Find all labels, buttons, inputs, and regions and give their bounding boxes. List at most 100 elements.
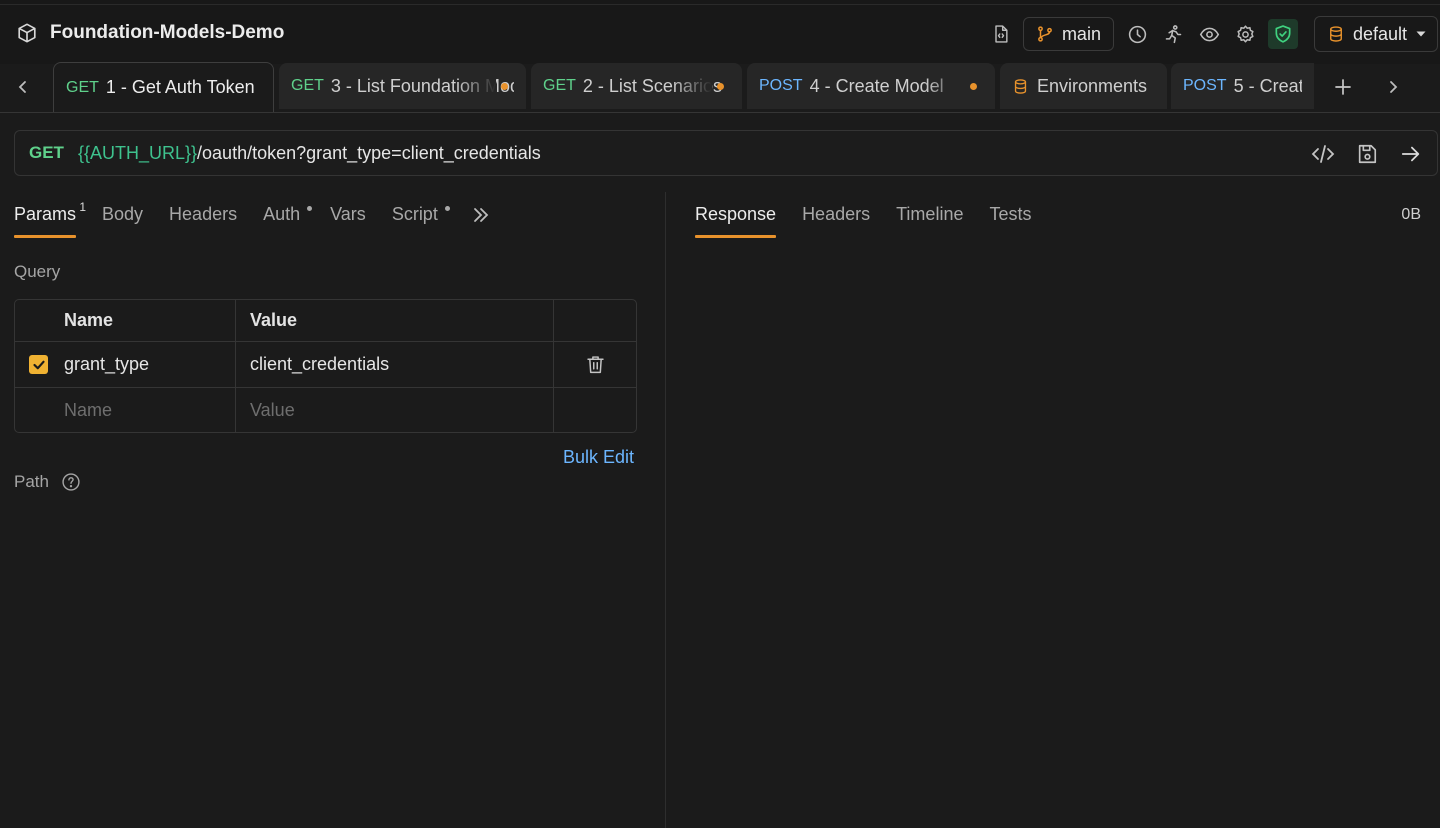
delete-param-button[interactable] [554, 342, 636, 387]
tabs-scroll-left-icon[interactable] [8, 72, 38, 102]
new-param-name-input[interactable]: Name [15, 388, 236, 432]
trash-icon [585, 354, 606, 375]
save-icon[interactable] [1349, 136, 1385, 172]
eye-icon[interactable] [1192, 16, 1228, 52]
column-header-value: Value [236, 300, 554, 341]
tab-environments[interactable]: Environments [1000, 63, 1167, 109]
param-name-cell[interactable]: grant_type [15, 342, 236, 387]
environment-label: default [1352, 23, 1407, 44]
tab-body[interactable]: Body [102, 198, 143, 238]
param-name: grant_type [64, 354, 150, 374]
request-pane-tabs: Params 1 Body Headers Auth Vars Script [14, 198, 516, 240]
tab-method: GET [66, 78, 99, 96]
tab-vars-label: Vars [330, 204, 366, 224]
collection-title: Foundation-Models-Demo [50, 22, 285, 43]
git-branch-button[interactable]: main [1022, 17, 1114, 51]
tab-script[interactable]: Script [391, 198, 450, 238]
auth-indicator-dot [307, 206, 313, 211]
params-count: 1 [79, 200, 87, 214]
tab-vars[interactable]: Vars [330, 198, 366, 238]
runner-icon[interactable] [1156, 16, 1192, 52]
top-bar: Foundation-Models-Demo main default [0, 0, 1440, 64]
request-url-bar[interactable]: GET {{AUTH_URL}} /oauth/token?grant_type… [14, 130, 1438, 176]
new-tab-plus-icon[interactable] [1328, 72, 1358, 102]
empty-action-cell [554, 388, 636, 432]
tab-method: GET [543, 77, 576, 94]
script-indicator-dot [444, 206, 450, 211]
tab-method: POST [759, 77, 803, 94]
column-header-actions [554, 300, 636, 341]
unsaved-dot [501, 83, 508, 90]
tab-label: 1 - Get Auth Token [105, 77, 255, 97]
response-pane-tabs: Response Headers Timeline Tests [695, 198, 1057, 240]
tab-params[interactable]: Params 1 [14, 198, 86, 238]
tab-auth[interactable]: Auth [263, 198, 313, 238]
tab-response[interactable]: Response [695, 198, 777, 238]
send-arrow-icon[interactable] [1393, 136, 1429, 172]
generate-docs-icon[interactable] [983, 16, 1019, 52]
database-icon [1012, 78, 1029, 95]
caret-down-icon [1415, 28, 1427, 40]
tab-get-auth-token[interactable]: GET 1 - Get Auth Token [53, 62, 274, 112]
url-actions [1305, 136, 1429, 172]
tab-timeline-label: Timeline [896, 204, 964, 224]
tab-response-headers-label: Headers [802, 204, 871, 224]
response-size: 0B [1401, 206, 1421, 223]
param-enabled-checkbox[interactable] [29, 355, 48, 374]
unsaved-dot [970, 83, 977, 90]
path-section: Path [14, 472, 81, 492]
request-tabs-bar: GET 1 - Get Auth Token GET 3 - List Foun… [0, 62, 1440, 113]
tab-create[interactable]: POST 5 - Create [1171, 63, 1314, 109]
pane-divider[interactable] [665, 192, 666, 828]
param-value-cell[interactable]: client_credentials [236, 342, 554, 387]
tabs-scroll-right-icon[interactable] [1378, 72, 1408, 102]
tab-label: 5 - Create [1233, 75, 1302, 96]
tab-create-model[interactable]: POST 4 - Create Model [747, 63, 995, 109]
bulk-edit-link[interactable]: Bulk Edit [563, 447, 634, 468]
request-method[interactable]: GET [29, 143, 64, 163]
history-icon[interactable] [1120, 16, 1156, 52]
cube-icon [16, 22, 38, 44]
window-top-divider [0, 4, 1440, 5]
environment-select[interactable]: default [1313, 16, 1438, 52]
tab-timeline[interactable]: Timeline [896, 198, 963, 238]
unsaved-dot [717, 83, 724, 90]
tab-label: 4 - Create Model [809, 75, 944, 96]
help-circle-icon[interactable] [61, 472, 81, 492]
column-header-name: Name [15, 300, 236, 341]
tab-headers-label: Headers [169, 204, 238, 224]
top-toolbar: main default [983, 16, 1438, 52]
git-branch-icon [1036, 25, 1054, 43]
tab-label: Environments [1037, 75, 1148, 96]
path-section-label: Path [14, 472, 49, 491]
tabs-divider [0, 112, 1440, 113]
table-header-row: Name Value [15, 300, 636, 342]
tab-tests-label: Tests [989, 204, 1032, 224]
gear-icon[interactable] [1228, 16, 1264, 52]
tab-params-label: Params [14, 204, 77, 224]
table-row: grant_type client_credentials [15, 342, 636, 388]
tab-headers[interactable]: Headers [169, 198, 237, 238]
new-param-value-input[interactable]: Value [236, 388, 554, 432]
git-branch-label: main [1061, 23, 1101, 44]
tab-response-headers[interactable]: Headers [802, 198, 870, 238]
table-row-new: Name Value [15, 388, 636, 432]
database-icon [1327, 25, 1345, 43]
query-section-label: Query [14, 262, 61, 281]
url-variable: {{AUTH_URL}} [77, 142, 198, 163]
tab-list-foundation-models[interactable]: GET 3 - List Foundation Models [279, 63, 526, 109]
query-params-table: Name Value grant_type client_credentials… [14, 299, 637, 433]
tab-method: POST [1183, 77, 1227, 94]
tab-auth-label: Auth [263, 204, 301, 224]
shield-check-icon[interactable] [1267, 19, 1298, 49]
tab-script-label: Script [391, 204, 438, 224]
tab-response-label: Response [695, 204, 777, 224]
tab-body-label: Body [102, 204, 144, 224]
more-tabs-chevrons-icon[interactable] [472, 198, 490, 238]
url-path: /oauth/token?grant_type=client_credentia… [197, 142, 541, 163]
param-value: client_credentials [250, 354, 390, 374]
tab-list-scenarios[interactable]: GET 2 - List Scenarios [531, 63, 742, 109]
tab-method: GET [291, 77, 324, 94]
code-icon[interactable] [1305, 136, 1341, 172]
tab-tests[interactable]: Tests [989, 198, 1031, 238]
